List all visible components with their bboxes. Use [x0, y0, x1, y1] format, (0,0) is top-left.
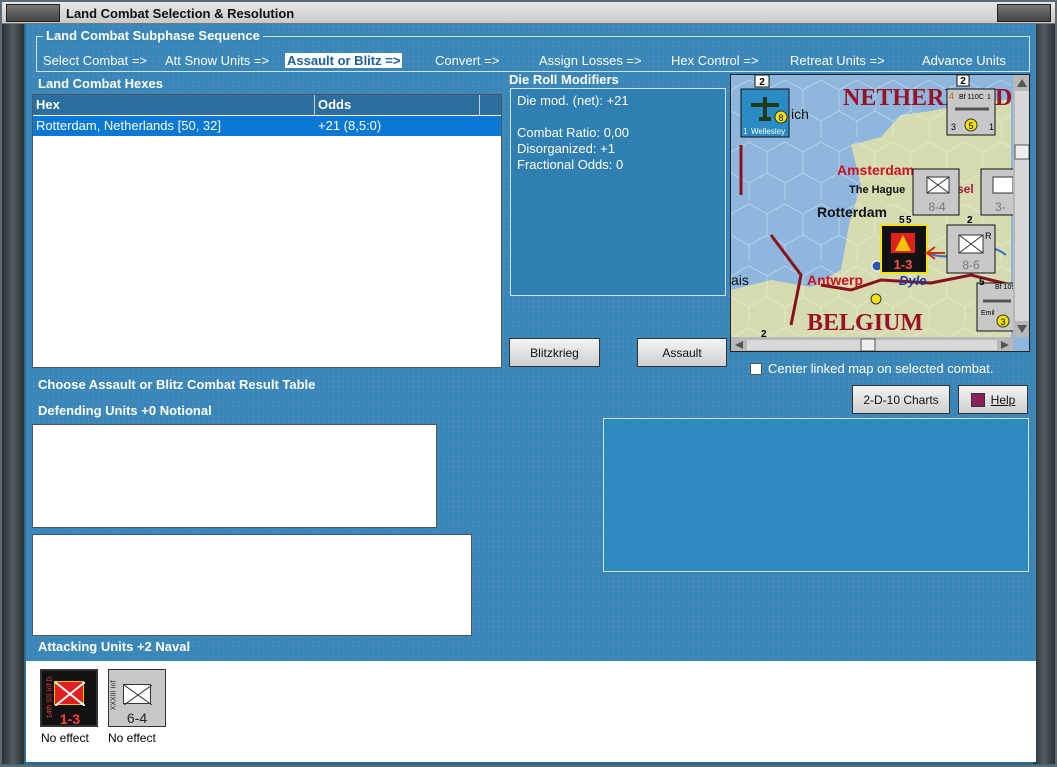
emil-stack-count: 5 — [979, 277, 985, 288]
bf110c-corner: 1 — [987, 94, 991, 101]
label-partial-ais: ais — [731, 272, 749, 288]
wellesley-name: Wellesley — [751, 127, 785, 136]
help-button[interactable]: Help — [958, 385, 1028, 414]
map-horizontal-scroll-thumb[interactable] — [860, 338, 876, 351]
step-select-combat: Select Combat => — [43, 53, 148, 68]
center-map-checkbox[interactable] — [750, 362, 762, 375]
label-partial-ich: ich — [791, 106, 809, 122]
attacking-units-list: 1-3 14th SS Inf D. No effect 6-4 XXXIII … — [26, 661, 1036, 762]
linked-map[interactable]: NETHERLANDS BELGIUM Amsterdam The Hague … — [730, 74, 1030, 352]
drm-net: Die mod. (net): +21 — [517, 93, 629, 108]
attacking-unit-14th-ss[interactable]: 1-3 14th SS Inf D. — [40, 669, 98, 727]
attacking-unit-xxxiii-designation: XXXIII Inf — [110, 680, 118, 711]
infantry-icon — [54, 681, 86, 707]
map-vertical-scroll-thumb[interactable] — [1014, 144, 1029, 160]
attacking-unit-14th-ss-designation: 14th SS Inf D. — [46, 674, 54, 719]
dialog-content: Land Combat Subphase Sequence Select Com… — [26, 24, 1036, 762]
attacking-unit-xxxiii-result: No effect — [108, 731, 156, 745]
result-table-panel — [603, 418, 1029, 572]
wellesley-strength: 1 — [743, 127, 748, 136]
help-button-label: Help — [990, 392, 1016, 407]
title-bar-left-button[interactable] — [6, 4, 60, 22]
dialog-window: Land Combat Selection & Resolution Land … — [0, 0, 1057, 767]
city-marker — [870, 293, 882, 305]
bf110c-value: 5 — [968, 121, 973, 131]
german-unit-stack-count: 5 — [899, 215, 905, 226]
attacking-unit-xxxiii-value: 6-4 — [126, 710, 148, 726]
attacking-units-label: Attacking Units +2 Naval — [38, 639, 191, 654]
defending-units-label: Defending Units +0 Notional — [38, 403, 212, 418]
step-convert: Convert => — [435, 53, 500, 68]
wellesley-stack-count: 2 — [759, 77, 765, 88]
label-belgium: BELGIUM — [807, 310, 923, 336]
defending-units-list[interactable] — [32, 424, 437, 528]
combat-hex-list[interactable]: Hex Odds Rotterdam, Netherlands [50, 32]… — [32, 94, 502, 368]
center-map-option[interactable]: Center linked map on selected combat. — [750, 361, 993, 376]
result-table-label: Choose Assault or Blitz Combat Result Ta… — [38, 377, 316, 392]
xxx-8-6-reserve: R — [985, 231, 992, 241]
bf110c-stack-count: 2 — [960, 76, 966, 87]
table-row[interactable]: Rotterdam, Netherlands [50, 32] +21 (8,5… — [33, 116, 501, 136]
label-rotterdam: Rotterdam — [817, 204, 887, 220]
step-hex-control: Hex Control => — [671, 53, 759, 68]
bf110c-left: 3 — [951, 122, 956, 132]
drm-fractional-odds: Fractional Odds: 0 — [517, 157, 624, 172]
drm-combat-ratio: Combat Ratio: 0,00 — [517, 125, 630, 140]
hex-list-label: Land Combat Hexes — [38, 76, 163, 91]
odds-cell: +21 (8,5:0) — [318, 118, 382, 133]
wellesley-value: 8 — [778, 113, 783, 123]
bf110c-name: Bf 110C — [959, 94, 984, 101]
assault-button[interactable]: Assault — [637, 338, 727, 367]
label-the-hague: The Hague — [849, 184, 905, 196]
title-bar: Land Combat Selection & Resolution — [2, 2, 1055, 24]
label-dyle: Dyle — [899, 273, 926, 288]
xxx-8-6-stack-count: 2 — [967, 215, 973, 226]
xxx-8-4-value: 8-4 — [928, 200, 946, 214]
drm-panel: Die mod. (net): +21 Combat Ratio: 0,00 D… — [510, 88, 726, 296]
window-title: Land Combat Selection & Resolution — [66, 6, 295, 21]
bf110c-top: 4 — [949, 91, 954, 101]
xxx-8-6-value: 8-6 — [962, 258, 980, 272]
combat-results-panel — [32, 534, 472, 636]
attacking-unit-xxxiii[interactable]: 6-4 XXXIII Inf — [108, 669, 166, 727]
attacking-unit-14th-ss-result: No effect — [41, 731, 89, 745]
emil-value: 3 — [1000, 317, 1005, 327]
xxx-partial-value: 3- — [995, 200, 1006, 214]
subphase-sequence-legend: Land Combat Subphase Sequence — [43, 28, 263, 43]
subphase-sequence: Land Combat Subphase Sequence Select Com… — [36, 28, 1030, 72]
label-netherlands: NETHERLANDS — [843, 85, 1026, 111]
bf110c-right: 1 — [989, 122, 994, 132]
right-frame-rail — [1033, 24, 1055, 764]
drm-label: Die Roll Modifiers — [509, 72, 619, 87]
left-frame-rail — [2, 24, 24, 764]
infantry-icon — [123, 684, 153, 706]
hex-list-header: Hex Odds — [33, 95, 501, 115]
column-header-odds[interactable]: Odds — [315, 95, 480, 115]
step-att-snow-units: Att Snow Units => — [165, 53, 270, 68]
blitzkrieg-button[interactable]: Blitzkrieg — [509, 338, 600, 367]
label-partial-sel: sel — [957, 182, 974, 196]
step-assault-or-blitz: Assault or Blitz => — [285, 53, 403, 68]
step-assign-losses: Assign Losses => — [539, 53, 642, 68]
column-header-hex[interactable]: Hex — [33, 95, 315, 115]
help-book-icon — [970, 392, 985, 407]
charts-button[interactable]: 2-D-10 Charts — [852, 385, 950, 414]
step-retreat-units: Retreat Units => — [790, 53, 885, 68]
label-antwerp: Antwerp — [807, 272, 863, 288]
title-bar-right-button[interactable] — [997, 4, 1051, 22]
step-advance-units: Advance Units — [922, 53, 1006, 68]
german-unit-value: 1-3 — [894, 257, 913, 272]
label-amsterdam: Amsterdam — [837, 162, 914, 178]
center-map-label: Center linked map on selected combat. — [768, 361, 994, 376]
drm-disorganized: Disorganized: +1 — [517, 141, 615, 156]
hex-cell: Rotterdam, Netherlands [50, 32] — [36, 118, 221, 133]
emil-name: Emil — [981, 310, 995, 317]
